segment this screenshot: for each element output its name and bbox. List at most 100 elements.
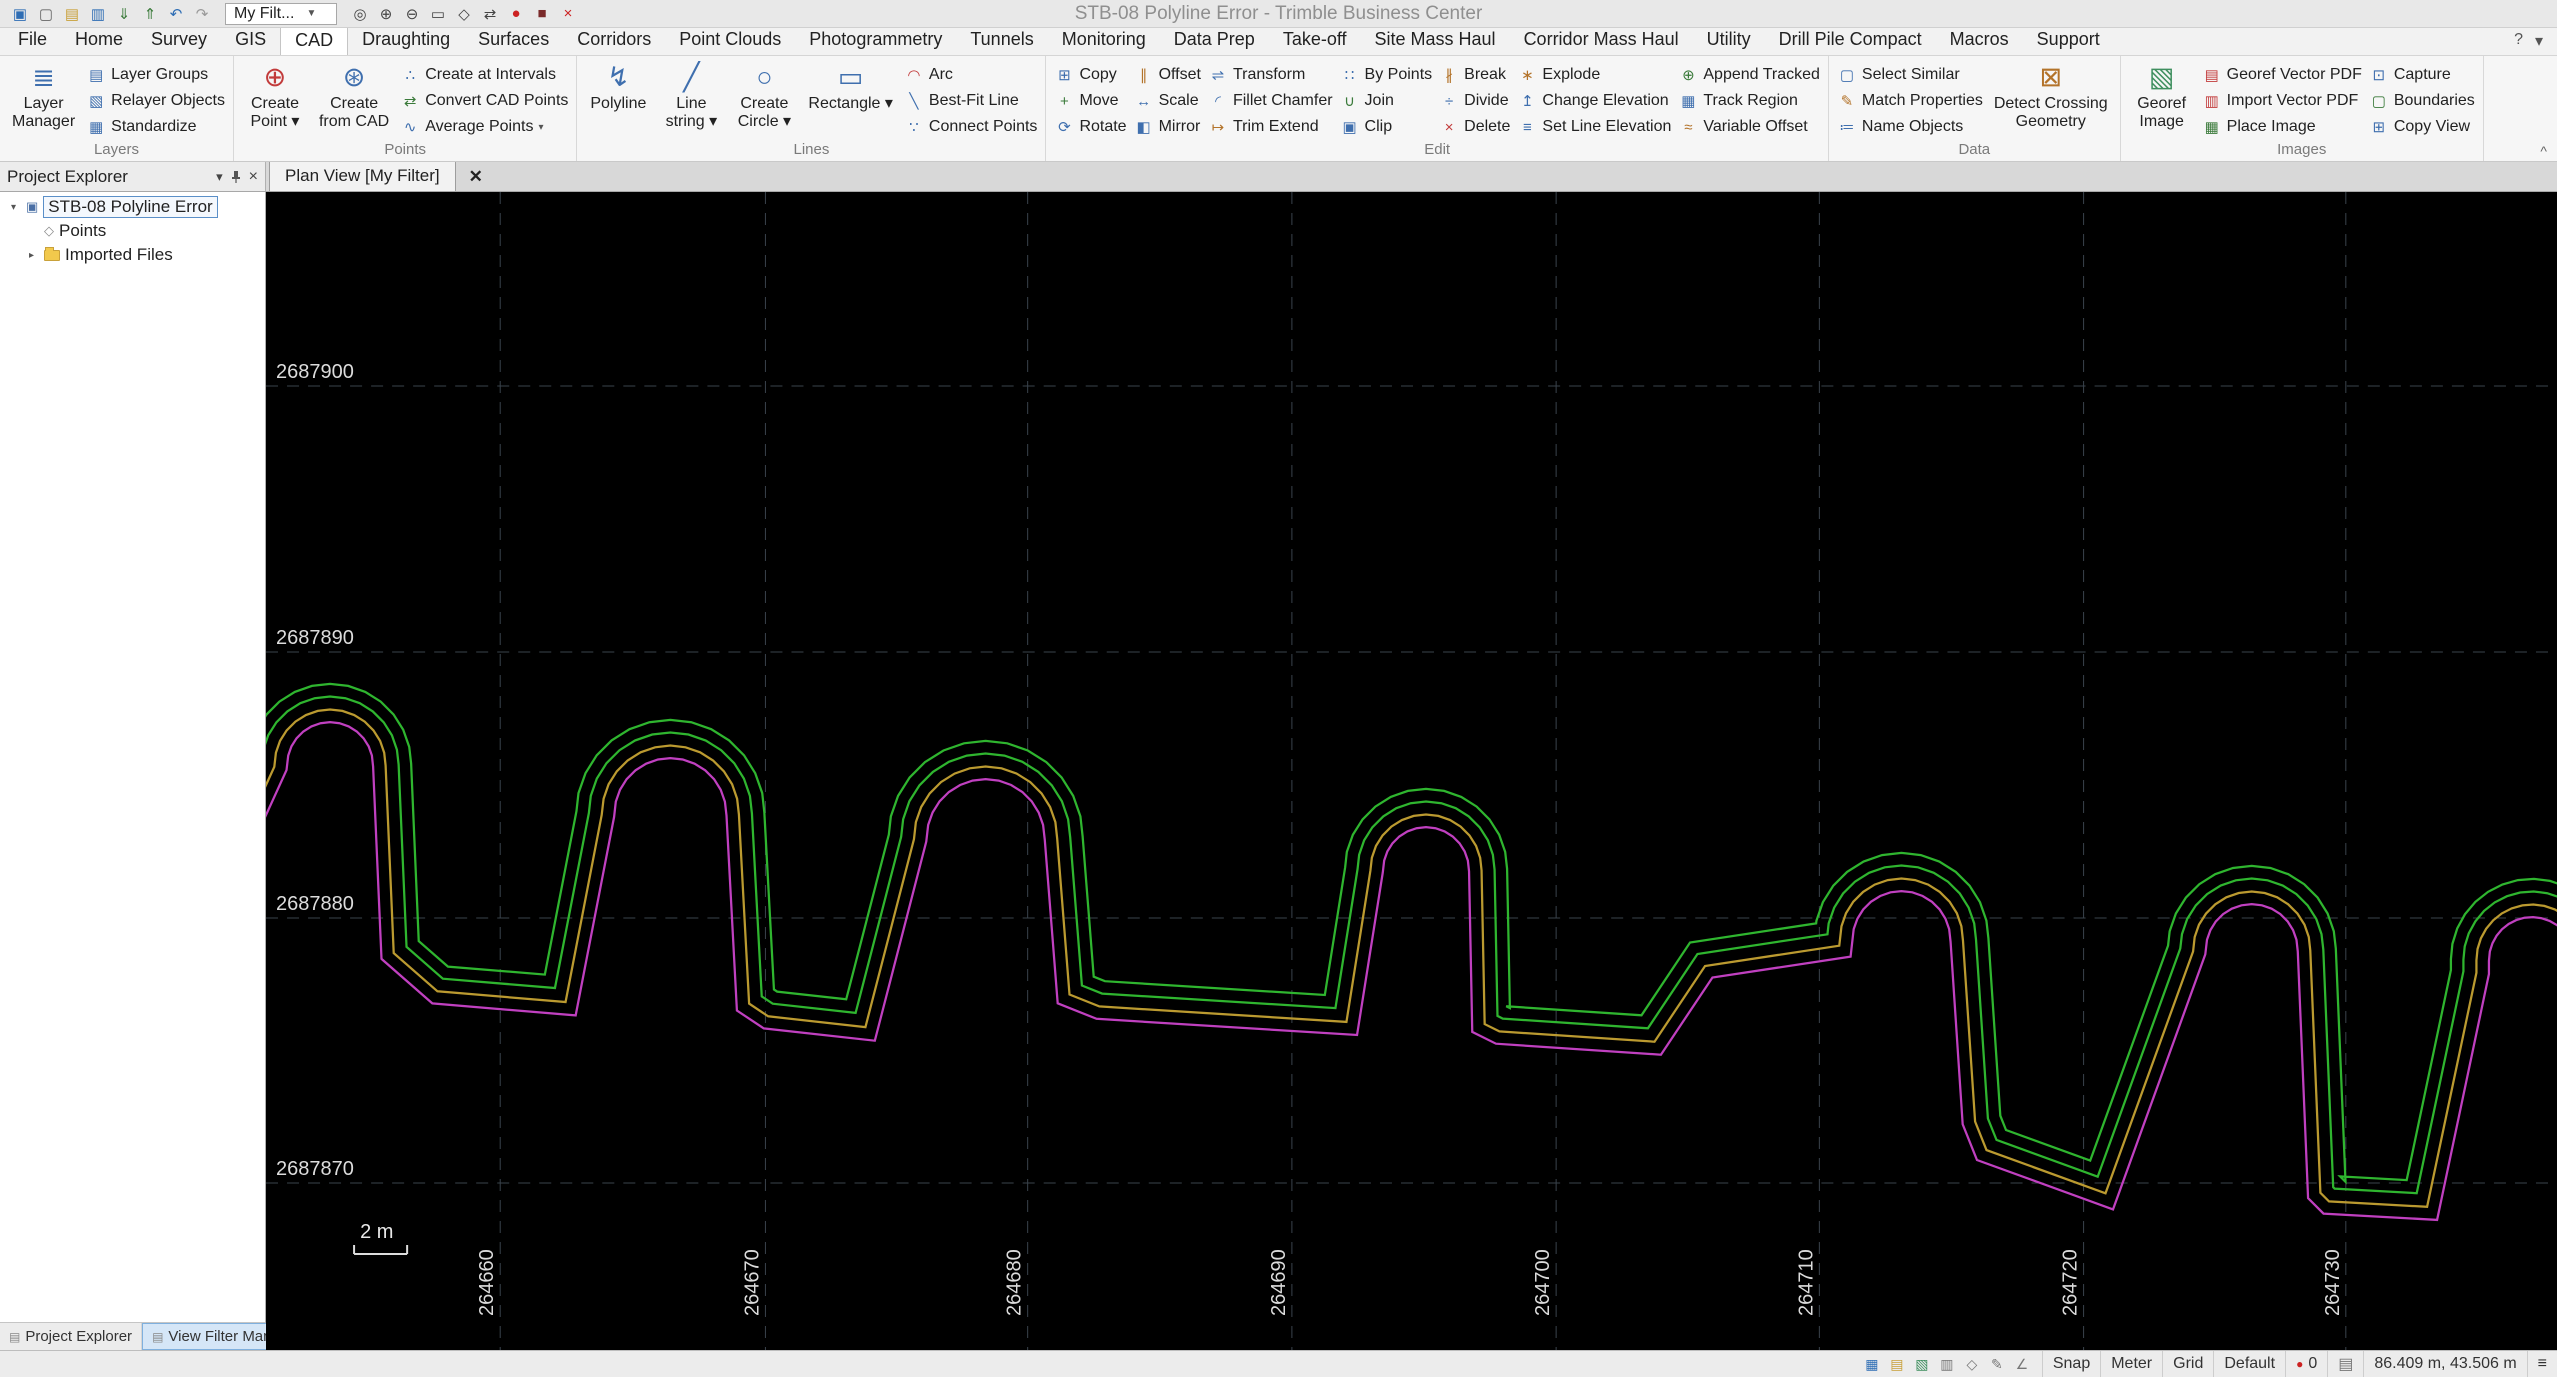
track-region-button[interactable]: ▦ Track Region	[1678, 89, 1820, 113]
export-icon[interactable]: ⇑	[138, 3, 162, 25]
open-project-icon[interactable]: ▤	[60, 3, 84, 25]
panel-tab-project-explorer[interactable]: ▤ Project Explorer	[0, 1323, 143, 1350]
connect-points-button[interactable]: ∵ Connect Points	[904, 115, 1037, 139]
create-at-intervals-button[interactable]: ∴ Create at Intervals	[400, 63, 568, 87]
georef-vector-pdf-button[interactable]: ▤ Georef Vector PDF	[2202, 63, 2362, 87]
transform-button[interactable]: ⇌ Transform	[1208, 63, 1333, 87]
fillet-chamfer-button[interactable]: ◜ Fillet Chamfer	[1208, 89, 1332, 113]
scale-button[interactable]: ↔ Scale	[1134, 89, 1201, 113]
selection-filter-combo[interactable]: My Filt... ▼	[225, 2, 337, 25]
tree-expander-icon[interactable]: ▾	[6, 202, 21, 213]
arc-button[interactable]: ◠ Arc	[904, 63, 1038, 87]
selection-info-segment[interactable]: ▤	[2327, 1351, 2363, 1377]
tree-expander-icon[interactable]: ▸	[24, 250, 39, 261]
status-toggle-snap[interactable]: Snap	[2041, 1351, 2100, 1377]
zoom-in-icon[interactable]: ⊕	[374, 3, 398, 25]
delete-button[interactable]: × Delete	[1439, 115, 1511, 139]
import-vector-pdf-button[interactable]: ▥ Import Vector PDF	[2202, 89, 2362, 113]
append-tracked-button[interactable]: ⊕ Append Tracked	[1678, 63, 1820, 87]
menu-tab-utility[interactable]: Utility	[1693, 26, 1765, 55]
menu-tab-macros[interactable]: Macros	[1936, 26, 2023, 55]
offset-line-yellow[interactable]	[266, 708, 2557, 1268]
panel-menu-icon[interactable]: ▾	[216, 169, 223, 185]
menu-tab-site-mass-haul[interactable]: Site Mass Haul	[1361, 26, 1510, 55]
record-icon[interactable]: ●	[504, 3, 528, 25]
collapse-ribbon-icon[interactable]: ^	[2540, 143, 2547, 159]
pin-icon[interactable]	[230, 170, 242, 184]
menu-tab-corridors[interactable]: Corridors	[563, 26, 665, 55]
menu-tab-take-off[interactable]: Take-off	[1269, 26, 1361, 55]
tree-item-imported-files[interactable]: ▸ Imported Files	[0, 243, 265, 267]
menu-tab-home[interactable]: Home	[61, 26, 137, 55]
relayer-objects-button[interactable]: ▧ Relayer Objects	[86, 89, 225, 113]
tree-item-points[interactable]: ◇ Points	[0, 219, 265, 243]
select-icon[interactable]: ◇	[452, 3, 476, 25]
convert-cad-points-button[interactable]: ⇄ Convert CAD Points	[400, 89, 568, 113]
trim-extend-button[interactable]: ↦ Trim Extend	[1208, 115, 1333, 139]
close-icon[interactable]: ×	[249, 168, 258, 186]
menu-tab-drill-pile-compact[interactable]: Drill Pile Compact	[1765, 26, 1936, 55]
plan-view-canvas[interactable]: 2687900 2687890 2687880 2687870 264660 264670…	[266, 192, 2557, 1350]
polyline-button[interactable]: ↯ Polyline	[585, 59, 651, 141]
menu-tab-point-clouds[interactable]: Point Clouds	[665, 26, 795, 55]
zoom-window-icon[interactable]: ▭	[426, 3, 450, 25]
gradient-status-icon[interactable]: ▥	[1936, 1356, 1958, 1373]
plan-view-svg[interactable]: 2687900 2687890 2687880 2687870 264660 264670…	[266, 192, 2557, 1350]
line-string-button[interactable]: ╱ Line string ▾	[658, 59, 724, 141]
break-button[interactable]: ∦ Break	[1439, 63, 1510, 87]
copy-view-button[interactable]: ⊞ Copy View	[2369, 115, 2475, 139]
place-image-button[interactable]: ▦ Place Image	[2202, 115, 2362, 139]
save-icon[interactable]: ▥	[86, 3, 110, 25]
menu-tab-corridor-mass-haul[interactable]: Corridor Mass Haul	[1510, 26, 1693, 55]
menu-tab-monitoring[interactable]: Monitoring	[1048, 26, 1160, 55]
tree-item-project[interactable]: ▾ ▣ STB-08 Polyline Error	[0, 195, 265, 219]
rectangle-button[interactable]: ▭ Rectangle ▾	[804, 59, 897, 141]
draw-snap-icon[interactable]: ✎	[1986, 1356, 2008, 1373]
move-button[interactable]: + Move	[1054, 89, 1126, 113]
image-status-icon[interactable]: ▧	[1911, 1356, 1933, 1373]
rotate-button[interactable]: ⟳ Rotate	[1054, 115, 1126, 139]
menu-tab-survey[interactable]: Survey	[137, 26, 221, 55]
clip-button[interactable]: ▣ Clip	[1340, 115, 1433, 139]
detect-crossing-geometry-button[interactable]: ⊠ Detect Crossing Geometry	[1990, 59, 2112, 141]
app-icon[interactable]: ▣	[8, 3, 32, 25]
select-similar-button[interactable]: ▢ Select Similar	[1837, 63, 1983, 87]
snap-mode-icon[interactable]: ◇	[1961, 1356, 1983, 1373]
menu-tab-support[interactable]: Support	[2023, 26, 2114, 55]
undo-icon[interactable]: ↶	[164, 3, 188, 25]
create-circle-button[interactable]: ○ Create Circle ▾	[731, 59, 797, 141]
menu-tab-tunnels[interactable]: Tunnels	[956, 26, 1047, 55]
zoom-out-icon[interactable]: ⊖	[400, 3, 424, 25]
status-toggle-grid[interactable]: Grid	[2162, 1351, 2213, 1377]
by-points-button[interactable]: ∷ By Points	[1340, 63, 1432, 87]
menu-tab-file[interactable]: File	[4, 26, 61, 55]
capture-button[interactable]: ⊡ Capture	[2369, 63, 2475, 87]
mirror-button[interactable]: ◧ Mirror	[1134, 115, 1201, 139]
cancel-icon[interactable]: ×	[556, 3, 580, 25]
menu-tab-data-prep[interactable]: Data Prep	[1160, 26, 1269, 55]
divide-button[interactable]: ÷ Divide	[1439, 89, 1510, 113]
help-icon[interactable]: ?	[2514, 31, 2523, 51]
average-points-button[interactable]: ∿ Average Points ▾	[400, 115, 568, 139]
offset-button[interactable]: ∥ Offset	[1134, 63, 1201, 87]
zoom-extents-icon[interactable]: ◎	[348, 3, 372, 25]
standardize-button[interactable]: ▦ Standardize	[86, 115, 225, 139]
close-view-icon[interactable]: ✕	[464, 167, 488, 187]
match-properties-button[interactable]: ✎ Match Properties	[1837, 89, 1983, 113]
stop-icon[interactable]: ■	[530, 3, 554, 25]
join-button[interactable]: ∪ Join	[1340, 89, 1433, 113]
status-toggle-meter[interactable]: Meter	[2100, 1351, 2162, 1377]
menu-tab-gis[interactable]: GIS	[221, 26, 280, 55]
doc-tab-plan-view[interactable]: Plan View [My Filter]	[269, 161, 456, 191]
name-objects-button[interactable]: ≔ Name Objects	[1837, 115, 1983, 139]
create-point-button[interactable]: ⊕ Create Point ▾	[242, 59, 308, 141]
menu-tab-cad[interactable]: CAD	[280, 26, 349, 55]
redo-icon[interactable]: ↷	[190, 3, 214, 25]
layer-groups-button[interactable]: ▤ Layer Groups	[86, 63, 225, 87]
angle-snap-icon[interactable]: ∠	[2011, 1356, 2033, 1373]
create-from-cad-button[interactable]: ⊛ Create from CAD	[315, 59, 393, 141]
menu-tab-photogrammetry[interactable]: Photogrammetry	[795, 26, 956, 55]
menu-tab-surfaces[interactable]: Surfaces	[464, 26, 563, 55]
menu-tab-draughting[interactable]: Draughting	[348, 26, 464, 55]
options-icon[interactable]: ▾	[2535, 31, 2543, 51]
